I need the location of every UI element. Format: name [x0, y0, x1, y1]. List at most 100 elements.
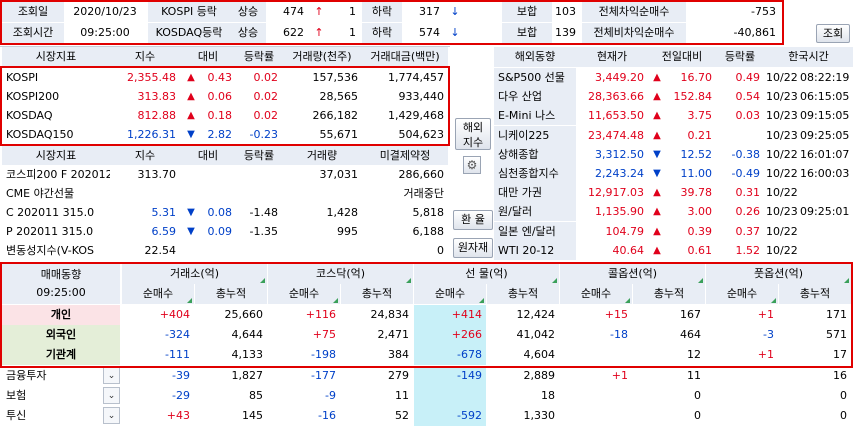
kospi-flat-count: 103 — [555, 5, 576, 18]
overseas-row-name[interactable]: 심천종합지수 — [494, 164, 576, 183]
trade-row-name[interactable]: 기관계 — [2, 345, 120, 366]
overseas-row-name[interactable]: 대만 가권 — [494, 183, 576, 203]
kosdaq-down-count: 574 — [419, 26, 440, 39]
trade-cell: 25,660 — [224, 308, 264, 321]
market-row-name[interactable]: KOSDAQ150 — [2, 125, 110, 144]
overseas-row-price: 2,243.24 — [595, 167, 644, 180]
trade-cell — [706, 386, 778, 406]
derivatives-row-name[interactable]: 코스피200 F 202012 — [2, 165, 110, 184]
derivatives-row-index: 313.70 — [137, 168, 177, 181]
trade-cell: 2,471 — [377, 328, 410, 342]
market-header-4: 거래량(천주) — [282, 47, 362, 67]
trade-cell: -678 — [414, 345, 486, 366]
derivatives-row-name[interactable]: C 202011 315.0 — [2, 203, 110, 222]
trade-group-header-3: 콜옵션(억) — [560, 264, 705, 284]
trade-cell: 52 — [395, 409, 409, 422]
kospi-down-limit-arrow-icon: ↓ — [450, 5, 460, 18]
trade-cell: 464 — [680, 328, 701, 342]
trade-cell: -149 — [414, 365, 486, 386]
overseas-row-name[interactable]: 원/달러 — [494, 202, 576, 222]
market-row-name[interactable]: KOSPI — [2, 68, 110, 87]
derivatives-row-index: 22.54 — [144, 244, 177, 257]
overseas-row-rate: 0.31 — [735, 186, 761, 200]
market-row-name[interactable]: KOSDAQ — [2, 106, 110, 125]
expand-corner-icon[interactable] — [406, 278, 411, 283]
expand-corner-icon[interactable] — [698, 278, 703, 283]
trade-subheader-buy: 순매수 — [414, 284, 486, 304]
derivatives-row-diff: 0.09 — [207, 225, 233, 238]
trade-group-header-2: 선 물(억) — [414, 264, 559, 284]
up-arrow-icon: ▲ — [653, 225, 661, 237]
expand-corner-icon[interactable] — [844, 278, 849, 283]
expand-corner-icon[interactable] — [260, 278, 265, 283]
market-row-index: 313.83 — [137, 90, 177, 103]
derivatives-row-diff — [202, 165, 236, 184]
overseas-row-name[interactable]: 다우 산업 — [494, 87, 576, 107]
trade-row-name[interactable]: 보험 — [2, 386, 102, 406]
market-row-amount: 504,623 — [398, 128, 445, 141]
date-value[interactable]: 2020/10/23 — [64, 2, 146, 22]
trade-cell: +43 — [166, 409, 190, 422]
derivatives-row-oi: 5,818 — [412, 206, 445, 219]
chevron-down-icon[interactable]: ⌄ — [103, 407, 120, 424]
overseas-row-diff: 0.61 — [687, 243, 713, 257]
market-row-name[interactable]: KOSPI200 — [2, 87, 110, 106]
gear-icon[interactable]: ⚙ — [463, 156, 481, 174]
trade-cell: -29 — [172, 388, 190, 402]
overseas-header-1: 현재가 — [576, 47, 648, 67]
expand-corner-icon[interactable] — [479, 298, 484, 303]
trade-row-name[interactable]: 개인 — [2, 305, 120, 325]
expand-corner-icon[interactable] — [187, 298, 192, 303]
overseas-row-price: 11,653.50 — [588, 109, 644, 123]
market-row-diff: 0.06 — [207, 90, 233, 103]
query-button[interactable]: 조회 — [816, 24, 850, 43]
overseas-row-time: 06:15:05 — [800, 90, 850, 104]
expand-corner-icon[interactable] — [333, 298, 338, 303]
derivatives-row-volume — [282, 241, 362, 260]
overseas-row-price: 1,135.90 — [595, 205, 644, 219]
overseas-row-name[interactable]: 니케이225 — [494, 125, 576, 145]
trade-row-name[interactable]: 금융투자 — [2, 366, 102, 386]
trade-row-name[interactable]: 투신 — [2, 406, 102, 426]
derivatives-row-name[interactable]: CME 야간선물 — [2, 184, 110, 203]
derivatives-row-index: 5.31 — [151, 206, 177, 219]
up-arrow-icon: ▲ — [653, 206, 661, 218]
kosdaq-down-limit-arrow-icon: ↓ — [450, 26, 460, 39]
overseas-row-name[interactable]: 일본 엔/달러 — [494, 221, 576, 241]
time-value[interactable]: 09:25:00 — [64, 23, 146, 43]
trade-cell: 41,042 — [516, 328, 556, 342]
expand-corner-icon[interactable] — [625, 298, 630, 303]
trade-subheader-total: 총누적 — [487, 284, 559, 304]
derivatives-row-name[interactable]: P 202011 315.0 — [2, 222, 110, 241]
kosdaq-up-limit: 1 — [349, 26, 356, 39]
overseas-row-time — [800, 222, 853, 241]
market-row-diff: 2.82 — [207, 128, 233, 141]
market-row-index: 812.88 — [137, 109, 177, 122]
fx-button[interactable]: 환 율 — [453, 210, 493, 230]
total-nonarb-label: 전체비차익순매수 — [582, 23, 686, 43]
up-arrow-icon — [180, 165, 202, 184]
chevron-down-icon[interactable]: ⌄ — [103, 386, 120, 404]
chevron-down-icon[interactable]: ⌄ — [103, 366, 120, 384]
trade-row-name[interactable]: 외국인 — [2, 325, 120, 346]
trade-cell — [560, 406, 632, 426]
up-arrow-icon: ▲ — [653, 91, 661, 103]
overseas-row-name[interactable]: E-Mini 나스 — [494, 106, 576, 126]
overseas-row-name[interactable]: 상해종합 — [494, 144, 576, 164]
derivatives-row-diff — [202, 184, 236, 203]
overseas-row-diff: 3.75 — [687, 109, 713, 123]
overseas-row-name[interactable]: WTI 20-12 — [494, 240, 576, 260]
expand-corner-icon[interactable] — [771, 298, 776, 303]
raw-material-button[interactable]: 원자재 — [453, 238, 493, 258]
fx-line1: 환 — [461, 213, 472, 226]
overseas-row-name[interactable]: S&P500 선물 — [494, 68, 576, 87]
derivatives-row-name[interactable]: 변동성지수(V-KOS — [2, 241, 110, 260]
overseas-row-price: 104.79 — [605, 224, 645, 238]
overseas-row-rate: 0.03 — [735, 109, 761, 123]
market-row-volume: 266,182 — [312, 109, 359, 122]
overseas-row-time — [800, 183, 853, 202]
overseas-index-button[interactable]: 해외 지수 — [455, 118, 491, 150]
trade-cell: 167 — [680, 308, 701, 321]
derivatives-row-rate — [236, 184, 282, 203]
expand-corner-icon[interactable] — [552, 278, 557, 283]
